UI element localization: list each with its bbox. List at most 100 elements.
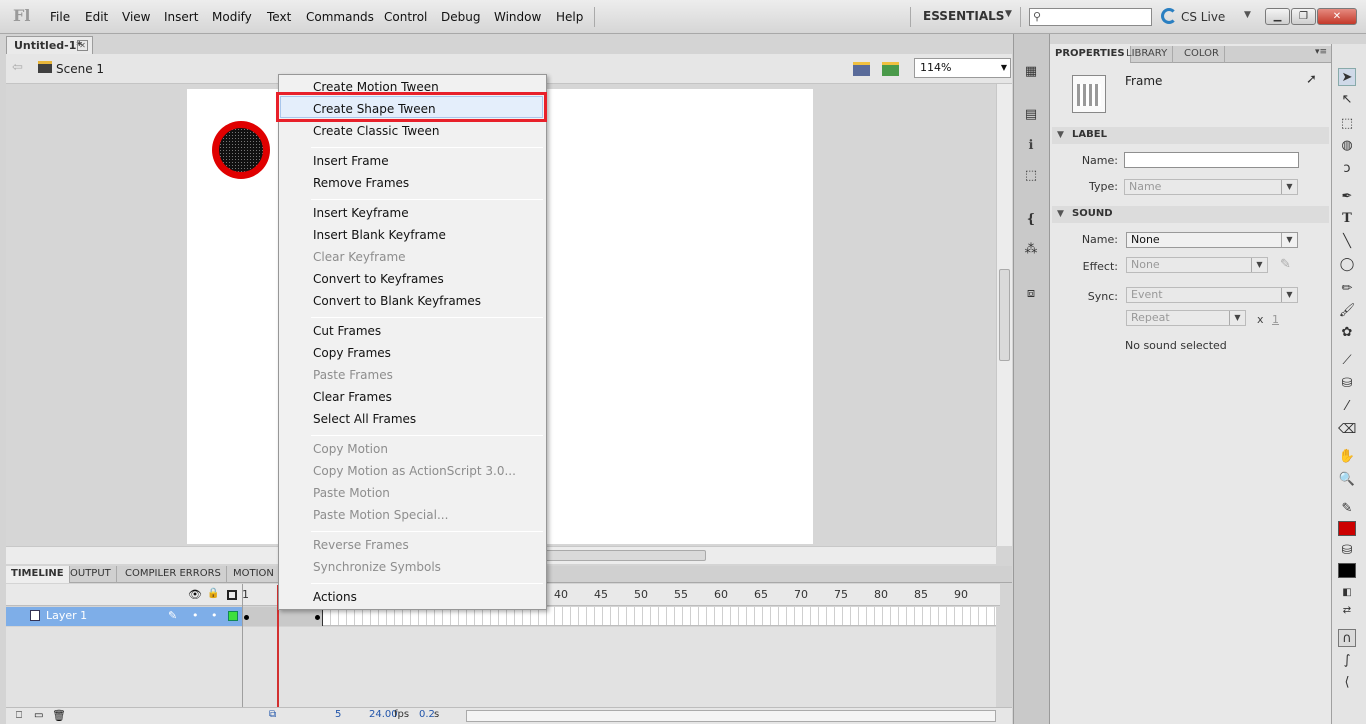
help-search-input[interactable]: ⚲ (1029, 8, 1152, 26)
zoom-select[interactable]: 114% ▼ (914, 58, 1011, 78)
menu-item-create-motion-tween[interactable]: Create Motion Tween (313, 79, 439, 95)
stroke-color-swatch[interactable] (1338, 521, 1356, 536)
align-panel-icon[interactable]: ▦ (1021, 62, 1041, 82)
type-label: Type: (1089, 180, 1118, 193)
chevron-down-icon[interactable]: ▼ (1005, 9, 1012, 19)
free-transform-tool-icon[interactable]: ⬚ (1338, 115, 1356, 133)
sound-name-select[interactable]: None ▼ (1126, 232, 1298, 248)
timeline-hscroll[interactable] (466, 710, 996, 722)
info-panel-icon[interactable]: ℹ (1021, 136, 1041, 156)
components-panel-icon[interactable]: ⁂ (1021, 240, 1041, 260)
menu-modify[interactable]: Modify (212, 10, 252, 24)
label-section-header[interactable]: ▼ LABEL (1052, 127, 1329, 144)
bone-tool-icon[interactable]: ⟋ (1338, 352, 1356, 370)
eraser-tool-icon[interactable]: ⌫ (1338, 421, 1356, 439)
menu-item-cut-frames[interactable]: Cut Frames (313, 323, 381, 339)
selection-type-label: Frame (1125, 74, 1163, 88)
tab-properties[interactable]: PROPERTIES (1050, 46, 1131, 63)
menu-item-create-classic-tween[interactable]: Create Classic Tween (313, 123, 440, 139)
new-layer-icon[interactable]: ⎕ (16, 710, 22, 721)
frame-name-input[interactable] (1124, 152, 1299, 168)
menu-item-insert-blank-keyframe[interactable]: Insert Blank Keyframe (313, 227, 446, 243)
menu-item-copy-frames[interactable]: Copy Frames (313, 345, 391, 361)
help-icon[interactable]: ➚ (1306, 72, 1317, 87)
swatches-panel-icon[interactable]: ▤ (1021, 105, 1041, 125)
lasso-tool-icon[interactable]: ↄ (1338, 160, 1356, 178)
tab-compiler-errors[interactable]: COMPILER ERRORS (120, 566, 227, 583)
menu-file[interactable]: File (50, 10, 70, 24)
subselection-tool-icon[interactable]: ↖ (1338, 91, 1356, 109)
menu-insert[interactable]: Insert (164, 10, 198, 24)
onion-skin-icon[interactable]: ⧉ (269, 709, 276, 720)
straighten-icon[interactable]: ⟨ (1338, 674, 1356, 692)
brush-tool-icon[interactable]: 🖌 (1338, 302, 1356, 320)
keyframe-dot[interactable] (244, 615, 249, 620)
menu-item-clear-frames[interactable]: Clear Frames (313, 389, 392, 405)
menu-item-convert-to-blank-keyframes[interactable]: Convert to Blank Keyframes (313, 293, 481, 309)
menu-item-actions[interactable]: Actions (313, 589, 357, 605)
menu-view[interactable]: View (122, 10, 150, 24)
edit-scene-icon[interactable] (853, 62, 870, 76)
sound-section-header[interactable]: ▼ SOUND (1052, 206, 1329, 223)
cs-live-button[interactable]: CS Live (1181, 10, 1225, 24)
paint-bucket-tool-icon[interactable]: ⛁ (1338, 375, 1356, 393)
menu-help[interactable]: Help (556, 10, 583, 24)
new-folder-icon[interactable]: ▭ (34, 710, 43, 721)
3d-rotation-tool-icon[interactable]: ◍ (1338, 137, 1356, 155)
oval-tool-icon[interactable]: ◯ (1338, 256, 1356, 274)
tab-output[interactable]: OUTPUT (65, 566, 117, 583)
tab-motion-editor[interactable]: MOTION (228, 566, 280, 583)
scroll-thumb[interactable] (999, 269, 1010, 361)
zoom-tool-icon[interactable]: 🔍 (1338, 471, 1356, 489)
actions-panel-icon[interactable]: ❴ (1021, 210, 1041, 230)
fill-color-swatch[interactable] (1338, 563, 1356, 578)
menu-item-insert-keyframe[interactable]: Insert Keyframe (313, 205, 409, 221)
tab-library[interactable]: LIBRARY (1121, 46, 1174, 63)
menu-window[interactable]: Window (494, 10, 541, 24)
fps-unit: fps (394, 709, 410, 720)
component-inspector-icon[interactable]: ⧈ (1021, 284, 1041, 304)
menu-item-select-all-frames[interactable]: Select All Frames (313, 411, 416, 427)
panel-menu-icon[interactable]: ▾≡ (1315, 47, 1327, 57)
frame-number: 75 (834, 588, 848, 601)
menu-item-remove-frames[interactable]: Remove Frames (313, 175, 409, 191)
workspace-switcher[interactable]: ESSENTIALS (923, 9, 1004, 23)
text-tool-icon[interactable]: T (1338, 210, 1356, 228)
menu-commands[interactable]: Commands (306, 10, 374, 24)
minimize-button[interactable]: ▁ (1265, 8, 1290, 25)
edit-symbols-icon[interactable] (882, 62, 899, 76)
selection-tool-icon[interactable]: ➤ (1338, 68, 1356, 86)
transform-panel-icon[interactable]: ⬚ (1021, 166, 1041, 186)
close-icon[interactable]: ✕ (77, 40, 88, 51)
swap-colors-icon[interactable]: ⇄ (1338, 602, 1356, 620)
deco-tool-icon[interactable]: ✿ (1338, 324, 1356, 342)
back-arrow-icon[interactable]: ⇦ (12, 60, 23, 75)
menu-edit[interactable]: Edit (85, 10, 108, 24)
menu-text[interactable]: Text (267, 10, 291, 24)
document-tab[interactable]: Untitled-1* ✕ (6, 36, 93, 54)
menu-control[interactable]: Control (384, 10, 427, 24)
smooth-icon[interactable]: ∫ (1338, 652, 1356, 670)
eyedropper-tool-icon[interactable]: ⁄ (1338, 398, 1356, 416)
menu-debug[interactable]: Debug (441, 10, 480, 24)
restore-button[interactable]: ❐ (1291, 8, 1316, 25)
menu-separator (311, 435, 543, 436)
line-tool-icon[interactable]: ╲ (1338, 233, 1356, 251)
pen-tool-icon[interactable]: ✒ (1338, 188, 1356, 206)
menu-item-insert-frame[interactable]: Insert Frame (313, 153, 389, 169)
circle-fill-selected[interactable] (219, 128, 263, 172)
sync-value: Event (1131, 288, 1163, 301)
menu-item-convert-to-keyframes[interactable]: Convert to Keyframes (313, 271, 444, 287)
pencil-tool-icon[interactable]: ✏ (1338, 280, 1356, 298)
keyframe-dot[interactable] (315, 615, 320, 620)
menu-item-create-shape-tween[interactable]: Create Shape Tween (313, 101, 436, 117)
chevron-down-icon[interactable]: ▼ (1244, 10, 1251, 20)
close-window-button[interactable]: ✕ (1317, 8, 1357, 25)
vertical-scrollbar[interactable] (996, 84, 1012, 546)
hand-tool-icon[interactable]: ✋ (1338, 448, 1356, 466)
black-white-icon[interactable]: ◧ (1338, 584, 1356, 602)
tab-timeline[interactable]: TIMELINE (6, 566, 70, 583)
trash-icon[interactable]: 🗑 (52, 709, 66, 722)
snap-magnet-icon[interactable]: ∩ (1338, 629, 1356, 647)
tab-color[interactable]: COLOR (1179, 46, 1225, 63)
